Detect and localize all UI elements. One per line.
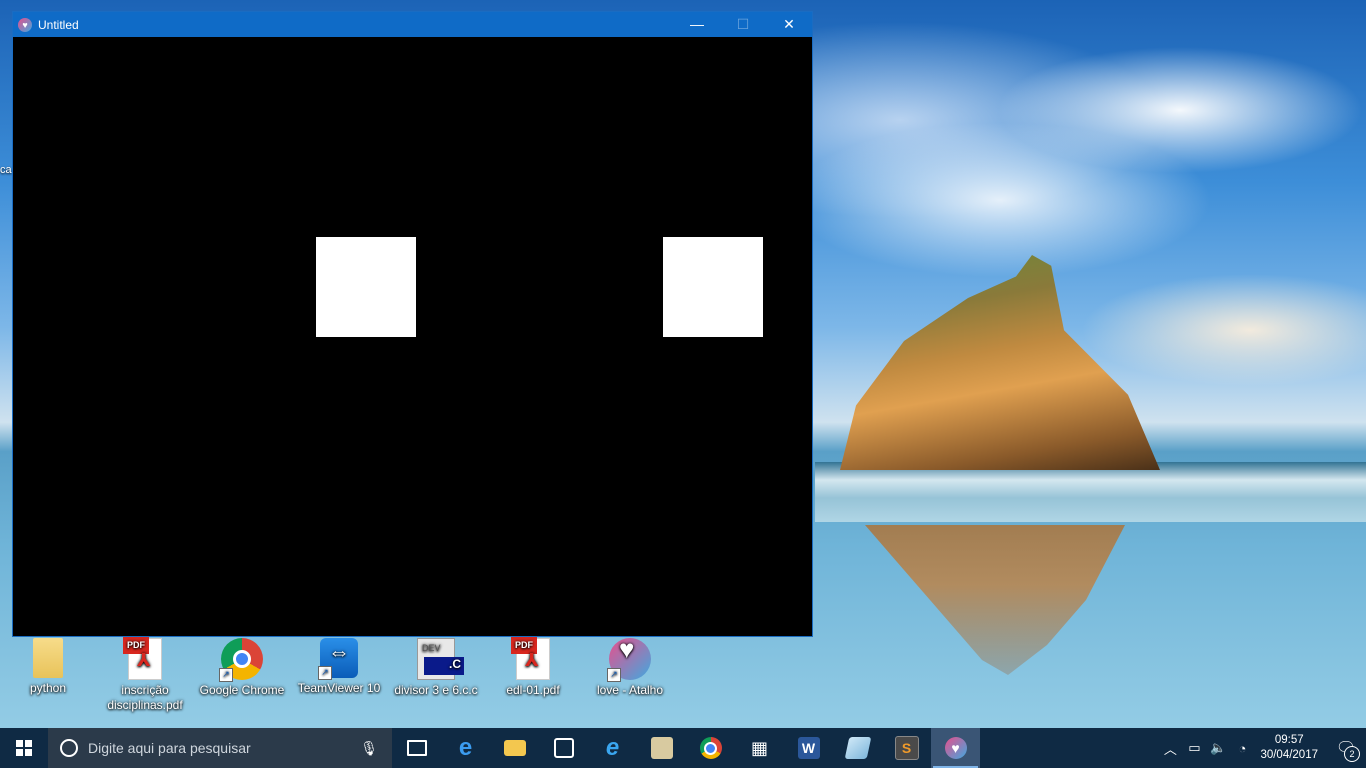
volume-icon[interactable]: 🔈 bbox=[1206, 740, 1230, 756]
desktop-icon-google-chrome[interactable]: ↗ Google Chrome bbox=[197, 638, 287, 698]
store-icon bbox=[553, 738, 574, 758]
clock[interactable]: 09:57 30/04/2017 bbox=[1260, 733, 1318, 763]
desktop-icon-love-atalho[interactable]: ↗ love - Atalho bbox=[585, 638, 675, 698]
sticky-icon bbox=[844, 737, 871, 759]
battery-icon[interactable]: ▭ bbox=[1182, 740, 1206, 756]
desktop-icon-teamviewer[interactable]: ↗ TeamViewer 10 bbox=[294, 638, 384, 696]
word-icon: W bbox=[797, 737, 820, 759]
taskbar-sticky[interactable] bbox=[833, 728, 882, 768]
clock-time: 09:57 bbox=[1274, 734, 1304, 746]
desktop-icon-label: divisor 3 e 6.c.c bbox=[394, 683, 478, 697]
desktop-icon-label: love - Atalho bbox=[596, 683, 664, 697]
folder-icon bbox=[33, 638, 63, 678]
window-title: Untitled bbox=[38, 17, 79, 32]
taskbar-store[interactable] bbox=[539, 728, 588, 768]
search-placeholder: Digite aqui para pesquisar bbox=[88, 740, 251, 756]
chrome-icon bbox=[699, 737, 722, 759]
taskbar-word[interactable]: W bbox=[784, 728, 833, 768]
wallpaper-surf bbox=[815, 462, 1366, 522]
game-canvas[interactable] bbox=[13, 37, 812, 636]
love-icon: ♥ bbox=[944, 737, 967, 759]
taskbar-notepad[interactable] bbox=[637, 728, 686, 768]
wifi-icon[interactable]: ◔ bbox=[1230, 741, 1254, 756]
file-explorer-icon bbox=[503, 740, 526, 756]
internet-explorer-icon: e bbox=[605, 734, 620, 761]
taskbar-chrome[interactable] bbox=[686, 728, 735, 768]
system-tray: ︿ ▭ 🔈 ◔ 09:57 30/04/2017 🗨 2 bbox=[1158, 728, 1366, 768]
desktop-icon-edl-pdf[interactable]: PDF ⅄ edl-01.pdf bbox=[488, 637, 578, 698]
taskbar-love[interactable]: ♥ bbox=[931, 728, 980, 768]
shortcut-arrow-icon: ↗ bbox=[607, 668, 621, 682]
desktop-icon-label: inscrição disciplinas.pdf bbox=[107, 683, 183, 712]
window-controls: — ☐ ✕ bbox=[674, 12, 812, 37]
desktop-icon-label: python bbox=[29, 681, 67, 695]
taskbar-calculator[interactable]: ▦ bbox=[735, 728, 784, 768]
window-titlebar[interactable]: ♥ Untitled — ☐ ✕ bbox=[13, 12, 812, 37]
taskbar: Digite aqui para pesquisar 🎙 e e ▦ W S ♥… bbox=[0, 728, 1366, 768]
desktop-icon-divisor-c[interactable]: DEV .C divisor 3 e 6.c.c bbox=[391, 638, 481, 698]
minimize-button[interactable]: — bbox=[674, 12, 720, 37]
love-icon: ↗ bbox=[607, 638, 651, 682]
pdf-icon: PDF ⅄ bbox=[123, 637, 162, 680]
task-view-button[interactable] bbox=[392, 728, 441, 768]
sublime-text-icon: S bbox=[894, 736, 919, 760]
taskbar-sublime-text[interactable]: S bbox=[882, 728, 931, 768]
maximize-button[interactable]: ☐ bbox=[720, 12, 766, 37]
action-center-button[interactable]: 🗨 2 bbox=[1326, 728, 1366, 768]
desktop-icon-label: TeamViewer 10 bbox=[297, 681, 381, 695]
wallpaper-reflection bbox=[865, 525, 1125, 675]
taskbar-edge[interactable]: e bbox=[441, 728, 490, 768]
love-app-icon: ♥ bbox=[18, 17, 32, 32]
close-button[interactable]: ✕ bbox=[766, 12, 812, 37]
edge-icon: e bbox=[458, 734, 473, 761]
desktop-icon-label: Google Chrome bbox=[199, 683, 285, 697]
desktop-icon-inscricao-pdf[interactable]: PDF ⅄ inscrição disciplinas.pdf bbox=[100, 637, 190, 713]
chevron-up-icon[interactable]: ︿ bbox=[1158, 739, 1182, 758]
love-window: ♥ Untitled — ☐ ✕ bbox=[12, 11, 813, 637]
white-square-left bbox=[316, 237, 416, 337]
desktop-icon-python[interactable]: python bbox=[3, 638, 93, 696]
start-button[interactable] bbox=[0, 728, 48, 768]
windows-logo-icon bbox=[16, 740, 32, 756]
search-box[interactable]: Digite aqui para pesquisar 🎙 bbox=[48, 728, 392, 768]
shortcut-arrow-icon: ↗ bbox=[219, 668, 233, 682]
microphone-icon[interactable]: 🎙 bbox=[360, 740, 378, 757]
cortana-icon bbox=[60, 739, 78, 757]
taskbar-internet-explorer[interactable]: e bbox=[588, 728, 637, 768]
desktop-icon-label: edl-01.pdf bbox=[506, 683, 560, 697]
dev-c-file-icon: DEV .C bbox=[417, 638, 464, 680]
white-square-right bbox=[663, 237, 763, 337]
map-notepad-icon bbox=[650, 737, 673, 759]
wallpaper-rock bbox=[840, 255, 1160, 470]
teamviewer-icon: ↗ bbox=[318, 638, 358, 680]
task-view-icon bbox=[406, 740, 427, 756]
taskbar-file-explorer[interactable] bbox=[490, 728, 539, 768]
shortcut-arrow-icon: ↗ bbox=[318, 666, 332, 680]
notification-badge: 2 bbox=[1344, 746, 1360, 762]
pdf-icon: PDF ⅄ bbox=[511, 637, 550, 680]
clock-date: 30/04/2017 bbox=[1260, 749, 1318, 761]
offscreen-icon-label: ca bbox=[0, 164, 12, 176]
calculator-icon: ▦ bbox=[750, 737, 768, 758]
chrome-icon: ↗ bbox=[219, 638, 263, 682]
